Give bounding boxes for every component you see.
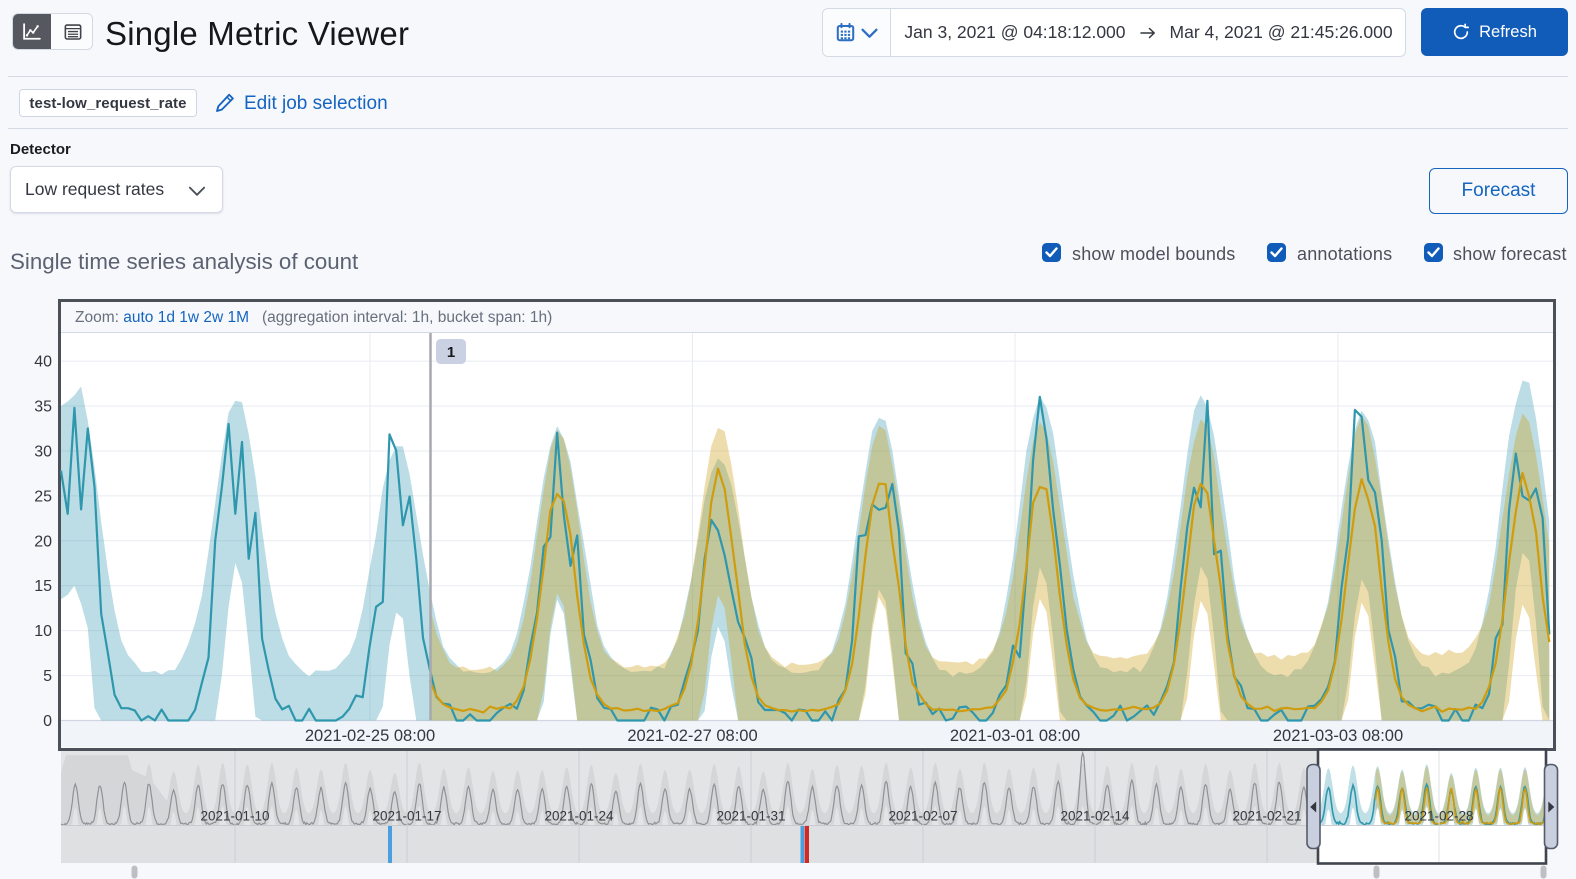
svg-text:2021-02-21: 2021-02-21 — [1232, 809, 1301, 824]
svg-text:2021-02-14: 2021-02-14 — [1060, 809, 1130, 824]
svg-text:2021-01-10: 2021-01-10 — [200, 809, 269, 824]
svg-text:2021-02-28: 2021-02-28 — [1404, 809, 1473, 824]
svg-text:2021-02-07: 2021-02-07 — [888, 809, 957, 824]
svg-text:2021-01-31: 2021-01-31 — [716, 809, 785, 824]
svg-text:2021-01-24: 2021-01-24 — [544, 809, 614, 824]
svg-text:2021-01-17: 2021-01-17 — [372, 809, 441, 824]
